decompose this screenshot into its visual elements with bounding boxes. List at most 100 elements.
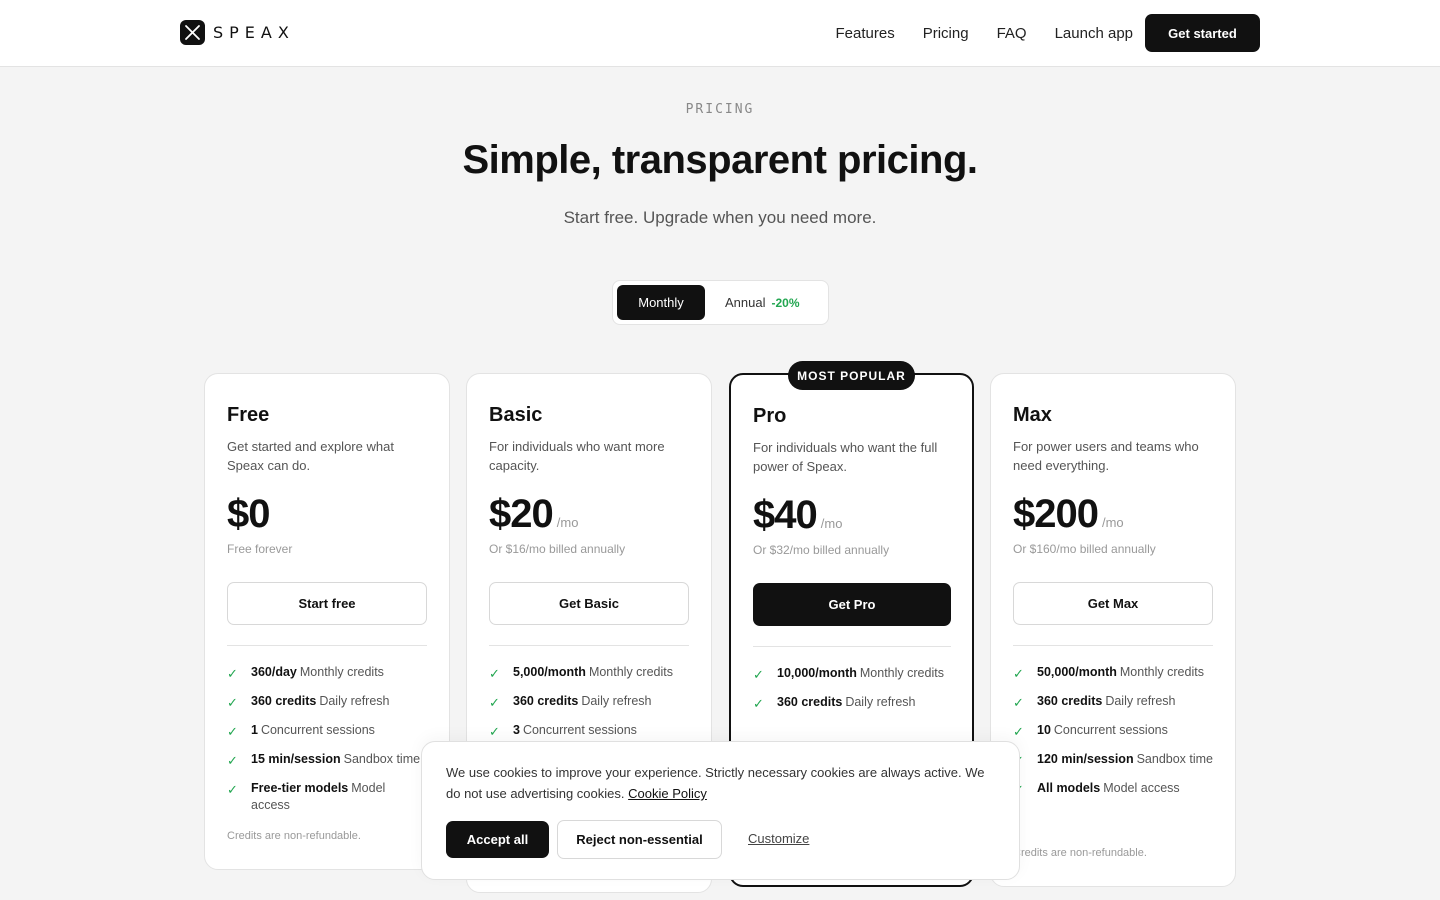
check-icon: ✓ bbox=[489, 724, 500, 739]
plan-card-max: Max For power users and teams who need e… bbox=[990, 373, 1236, 887]
divider bbox=[1013, 645, 1213, 646]
plan-price: $0 bbox=[227, 492, 270, 536]
feature-label: Daily refresh bbox=[581, 694, 652, 708]
check-icon: ✓ bbox=[489, 666, 500, 681]
refund-note: Credits are non-refundable. bbox=[1013, 847, 1147, 859]
plan-price-row: $20 /mo bbox=[489, 492, 578, 537]
feature-item: ✓ 50,000/month Monthly credits bbox=[1013, 664, 1213, 682]
feature-value: All models bbox=[1037, 781, 1101, 795]
plan-price-note: Free forever bbox=[227, 542, 293, 556]
plan-price-note: Or $32/mo billed annually bbox=[753, 543, 890, 557]
divider bbox=[489, 645, 689, 646]
accept-all-button[interactable]: Accept all bbox=[446, 821, 549, 858]
feature-value: 50,000/month bbox=[1037, 665, 1117, 679]
feature-list: ✓ 5,000/month Monthly credits ✓ 360 credits… bbox=[489, 664, 689, 751]
plan-price-row: $200 /mo bbox=[1013, 492, 1124, 537]
feature-item: ✓ 15 min/session Sandbox time bbox=[227, 751, 427, 769]
feature-list: ✓ 10,000/month Monthly credits ✓ 360 credit… bbox=[753, 665, 951, 723]
feature-item: ✓ 360/day Monthly credits bbox=[227, 664, 427, 682]
plan-price-note: Or $16/mo billed annually bbox=[489, 542, 626, 556]
check-icon: ✓ bbox=[753, 667, 764, 682]
check-icon: ✓ bbox=[227, 695, 238, 710]
refund-note: Credits are non-refundable. bbox=[227, 830, 361, 842]
plan-name: Pro bbox=[753, 405, 787, 427]
cookie-policy-link[interactable]: Cookie Policy bbox=[628, 786, 707, 801]
start-free-button[interactable]: Start free bbox=[227, 582, 427, 625]
nav-link-features[interactable]: Features bbox=[836, 25, 895, 42]
get-started-button[interactable]: Get started bbox=[1145, 14, 1260, 52]
plan-description: For individuals who want more capacity. bbox=[489, 439, 665, 473]
feature-label: Daily refresh bbox=[319, 694, 390, 708]
plan-price: $40 bbox=[753, 493, 818, 537]
feature-list: ✓ 360/day Monthly credits ✓ 360 credits Dail… bbox=[227, 664, 427, 825]
feature-item: ✓120 min/sessionSandbox time bbox=[1013, 751, 1213, 769]
feature-label: Model access bbox=[1103, 781, 1180, 795]
page-title: Simple, transparent pricing. bbox=[462, 138, 978, 182]
plan-period: /mo bbox=[556, 515, 579, 530]
get-basic-button[interactable]: Get Basic bbox=[489, 582, 689, 625]
plan-price-row: $40 /mo bbox=[753, 493, 842, 538]
check-icon: ✓ bbox=[1013, 666, 1024, 681]
feature-label: Monthly credits bbox=[588, 665, 673, 679]
nav-link-faq[interactable]: FAQ bbox=[997, 25, 1027, 42]
feature-item: ✓ 5,000/month Monthly credits bbox=[489, 664, 689, 682]
feature-list: ✓ 50,000/month Monthly credits ✓ 360 credit… bbox=[1013, 664, 1213, 809]
feature-value: 360 credits bbox=[251, 694, 317, 708]
check-icon: ✓ bbox=[1013, 695, 1024, 710]
plan-price-row: $0 bbox=[227, 492, 270, 537]
brand-mark-icon bbox=[180, 20, 205, 45]
feature-label: Daily refresh bbox=[845, 695, 916, 709]
cookie-banner: We use cookies to improve your experienc… bbox=[421, 741, 1020, 880]
check-icon: ✓ bbox=[1013, 724, 1024, 739]
customize-button[interactable]: Customize bbox=[748, 831, 809, 846]
feature-item: ✓ 10,000/month Monthly credits bbox=[753, 665, 951, 683]
feature-item: ✓ 360 credits Daily refresh bbox=[227, 693, 427, 711]
cookie-text: We use cookies to improve your experienc… bbox=[446, 765, 985, 801]
feature-value: 360 credits bbox=[777, 695, 843, 709]
feature-item: ✓ 360 credits Daily refresh bbox=[753, 694, 951, 712]
check-icon: ✓ bbox=[227, 724, 238, 739]
toggle-annual[interactable]: Annual -20% bbox=[725, 285, 800, 320]
nav-links: Features Pricing FAQ Launch app Get star… bbox=[836, 14, 1260, 52]
plan-period: /mo bbox=[820, 516, 843, 531]
feature-item: ✓ 3 Concurrent sessions bbox=[489, 722, 689, 740]
brand-logo[interactable]: SPEAX bbox=[180, 20, 295, 45]
feature-value: 15 min/session bbox=[251, 752, 341, 766]
nav-link-launch-app[interactable]: Launch app bbox=[1055, 25, 1133, 42]
feature-value: 120 min/session bbox=[1037, 752, 1134, 766]
plan-period: /mo bbox=[1101, 515, 1124, 530]
check-icon: ✓ bbox=[489, 695, 500, 710]
toggle-monthly[interactable]: Monthly bbox=[617, 285, 705, 320]
feature-label: Monthly credits bbox=[859, 666, 944, 680]
annual-discount-badge: -20% bbox=[771, 295, 800, 310]
feature-label: Monthly credits bbox=[299, 665, 384, 679]
plan-price: $200 bbox=[1013, 492, 1099, 536]
get-pro-button[interactable]: Get Pro bbox=[753, 583, 951, 626]
feature-label: Daily refresh bbox=[1105, 694, 1176, 708]
divider bbox=[753, 646, 951, 647]
check-icon: ✓ bbox=[753, 696, 764, 711]
feature-item: ✓ 1 Concurrent sessions bbox=[227, 722, 427, 740]
get-max-button[interactable]: Get Max bbox=[1013, 582, 1213, 625]
plan-description: For power users and teams who need every… bbox=[1013, 439, 1199, 473]
feature-label: Sandbox time bbox=[343, 752, 421, 766]
feature-label: Monthly credits bbox=[1119, 665, 1204, 679]
check-icon: ✓ bbox=[227, 666, 238, 681]
check-icon: ✓ bbox=[227, 782, 238, 797]
feature-label: Concurrent sessions bbox=[260, 723, 375, 737]
plan-name: Basic bbox=[489, 404, 543, 426]
plan-description: Get started and explore what Speax can d… bbox=[227, 439, 394, 473]
plan-price-note: Or $160/mo billed annually bbox=[1013, 542, 1156, 556]
feature-item: ✓ Free-tier models Model access bbox=[227, 780, 427, 814]
cookie-message: We use cookies to improve your experienc… bbox=[446, 762, 996, 804]
feature-label: Sandbox time bbox=[1136, 752, 1214, 766]
reject-non-essential-button[interactable]: Reject non-essential bbox=[557, 820, 722, 859]
feature-value: 360/day bbox=[251, 665, 297, 679]
plan-card-free: Free Get started and explore what Speax … bbox=[204, 373, 450, 870]
feature-value: 10,000/month bbox=[777, 666, 857, 680]
nav-link-pricing[interactable]: Pricing bbox=[923, 25, 969, 42]
billing-toggle: Monthly Annual -20% bbox=[612, 280, 829, 325]
feature-value: 360 credits bbox=[1037, 694, 1103, 708]
feature-value: Free-tier models bbox=[251, 781, 349, 795]
feature-value: 5,000/month bbox=[513, 665, 586, 679]
